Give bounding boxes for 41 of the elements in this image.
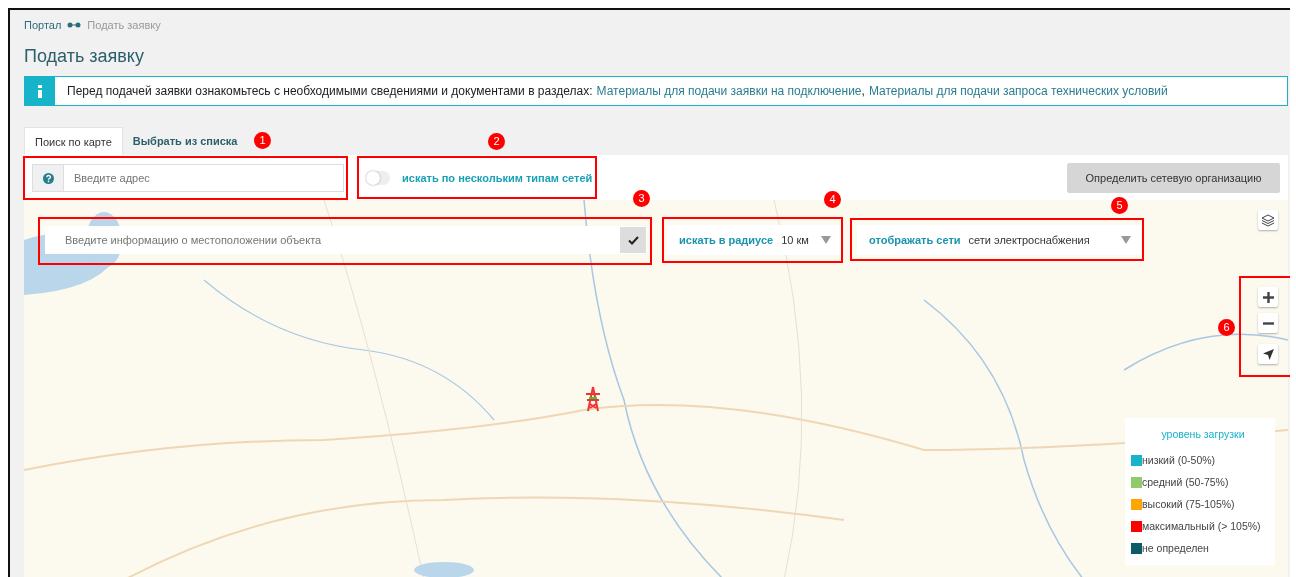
- navigation-arrow-icon: [1262, 348, 1274, 360]
- address-field[interactable]: Введите адрес: [32, 164, 344, 192]
- info-link[interactable]: Материалы для подачи запроса технических условий: [868, 84, 1168, 98]
- legend-label: высокий (75-105%): [1142, 498, 1235, 510]
- zoom-in-button[interactable]: [1258, 287, 1278, 307]
- info-link[interactable]: Материалы для подачи заявки на подключение: [596, 84, 862, 98]
- separator-icon: [67, 22, 82, 28]
- locate-button[interactable]: [1258, 344, 1278, 364]
- confirm-button[interactable]: [620, 227, 646, 253]
- legend-title: уровень загрузки: [1160, 428, 1246, 440]
- caret-icon: [1121, 236, 1131, 244]
- help-icon: [42, 172, 54, 184]
- layers-button[interactable]: [1258, 210, 1278, 230]
- zoom-out-button[interactable]: [1258, 313, 1278, 333]
- annotation-number: 1: [254, 132, 271, 149]
- tab[interactable]: Выбрать из списка: [122, 127, 248, 155]
- minus-icon: [1262, 321, 1274, 325]
- legend-label: не определен: [1142, 542, 1209, 554]
- networks-select[interactable]: отображать сети сети электроснабжения: [857, 225, 1141, 255]
- determine-button[interactable]: Определить сетевую организацию: [1067, 163, 1280, 193]
- info-text: Перед подачей заявки ознакомьтесь с необходимыми сведениями и документами в разделах: Материалы для подачи заявки на подключение, Материалы для подачи запроса технических условий: [67, 84, 1168, 98]
- legend-label: максимальный (> 105%): [1142, 520, 1261, 532]
- caret-icon: [821, 236, 831, 244]
- networks-value: сети электроснабжения: [968, 234, 1090, 246]
- legend-label: средний (50-75%): [1142, 476, 1229, 488]
- legend-label: низкий (0-50%): [1142, 454, 1216, 466]
- breadcrumb-link[interactable]: Портал: [24, 19, 62, 31]
- radius-select[interactable]: искать в радиусе 10 км: [667, 225, 841, 255]
- tab[interactable]: Поиск по карте: [24, 127, 123, 155]
- radius-value: 10 км: [781, 234, 809, 246]
- breadcrumb-current: Подать заявку: [87, 19, 161, 31]
- annotation-number: 2: [488, 133, 505, 150]
- plus-icon: [1262, 291, 1274, 303]
- networks-label: отображать сети: [869, 234, 961, 246]
- radius-label: искать в радиусе: [679, 234, 774, 246]
- page-title: Подать заявку: [24, 45, 145, 68]
- tower-icon: [584, 386, 602, 412]
- layers-icon: [1261, 213, 1275, 227]
- toggle-switch[interactable]: [366, 171, 390, 185]
- check-icon: [627, 235, 639, 245]
- info-icon: [37, 84, 43, 98]
